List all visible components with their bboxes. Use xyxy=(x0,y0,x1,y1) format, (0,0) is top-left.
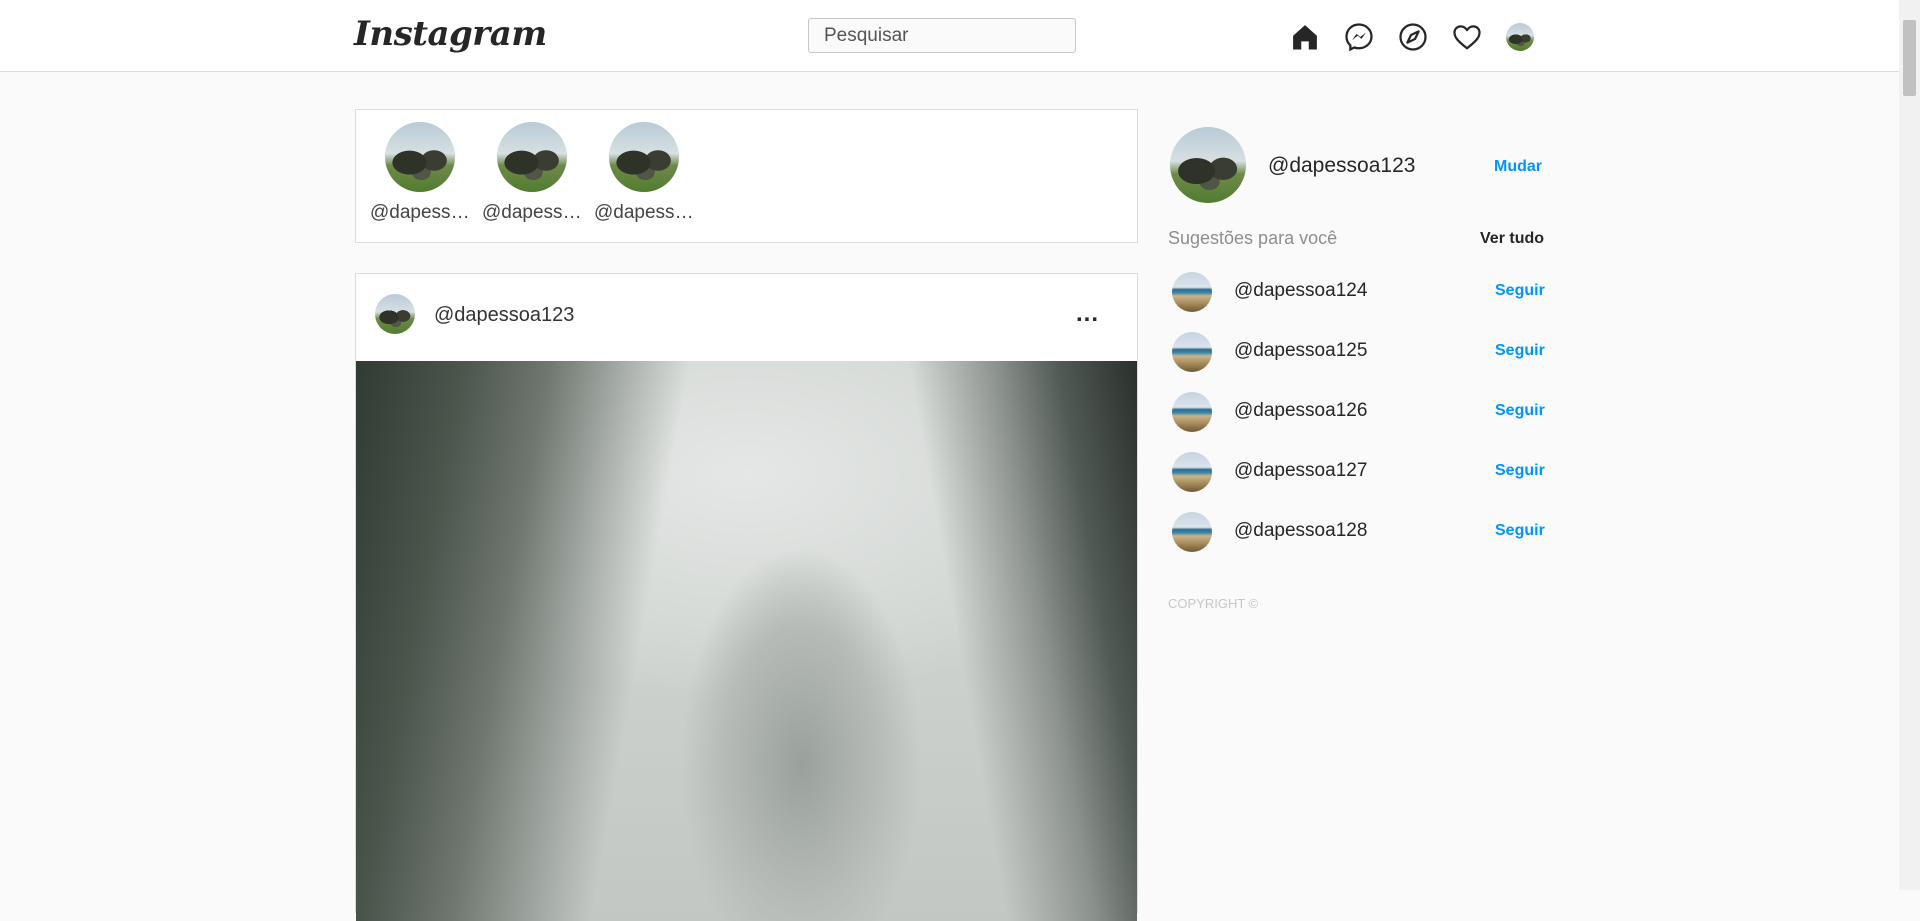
suggestion-item: @dapessoa128 Seguir xyxy=(1170,510,1545,554)
instagram-logo[interactable]: Instagram xyxy=(354,14,547,54)
suggestion-username[interactable]: @dapessoa127 xyxy=(1234,460,1367,482)
search-input[interactable] xyxy=(808,18,1076,53)
story-avatar xyxy=(385,122,455,192)
suggestion-avatar[interactable] xyxy=(1172,392,1212,432)
post-header: @dapessoa123 ... xyxy=(356,274,1137,362)
follow-button[interactable]: Seguir xyxy=(1495,402,1545,420)
story-item[interactable]: @dapessoa124 xyxy=(370,122,470,224)
copyright-text: COPYRIGHT © xyxy=(1168,596,1259,611)
page-scrollbar[interactable] xyxy=(1899,0,1920,890)
post-image[interactable] xyxy=(356,361,1137,921)
suggestion-avatar[interactable] xyxy=(1172,272,1212,312)
current-user-avatar[interactable] xyxy=(1170,127,1246,203)
suggestion-item: @dapessoa127 Seguir xyxy=(1170,450,1545,494)
story-username: @dapessoa126 xyxy=(594,202,694,223)
story-avatar xyxy=(609,122,679,192)
stories-tray: @dapessoa124 @dapessoa125 @dapessoa126 xyxy=(355,109,1138,243)
suggestion-avatar[interactable] xyxy=(1172,332,1212,372)
follow-button[interactable]: Seguir xyxy=(1495,522,1545,540)
suggestion-avatar[interactable] xyxy=(1172,452,1212,492)
follow-button[interactable]: Seguir xyxy=(1495,462,1545,480)
suggestion-item: @dapessoa125 Seguir xyxy=(1170,330,1545,374)
see-all-link[interactable]: Ver tudo xyxy=(1480,230,1544,248)
suggestions-title: Sugestões para você xyxy=(1168,228,1338,248)
messenger-icon[interactable] xyxy=(1344,22,1374,52)
suggestion-username[interactable]: @dapessoa128 xyxy=(1234,520,1367,542)
story-item[interactable]: @dapessoa125 xyxy=(482,122,582,224)
suggestion-username[interactable]: @dapessoa125 xyxy=(1234,340,1367,362)
feed-post: @dapessoa123 ... xyxy=(355,273,1138,921)
story-item[interactable]: @dapessoa126 xyxy=(594,122,694,224)
post-author-avatar[interactable] xyxy=(375,294,415,334)
story-avatar xyxy=(497,122,567,192)
story-username: @dapessoa124 xyxy=(370,202,470,223)
suggestion-username[interactable]: @dapessoa126 xyxy=(1234,400,1367,422)
explore-icon[interactable] xyxy=(1398,22,1428,52)
story-username: @dapessoa125 xyxy=(482,202,582,223)
follow-button[interactable]: Seguir xyxy=(1495,282,1545,300)
profile-avatar[interactable] xyxy=(1506,23,1534,51)
more-options-button[interactable]: ... xyxy=(1076,300,1099,328)
post-author-username[interactable]: @dapessoa123 xyxy=(434,304,574,327)
suggestion-item: @dapessoa124 Seguir xyxy=(1170,270,1545,314)
current-user-username[interactable]: @dapessoa123 xyxy=(1268,154,1415,178)
suggestion-username[interactable]: @dapessoa124 xyxy=(1234,280,1367,302)
scrollbar-thumb[interactable] xyxy=(1903,20,1916,96)
suggestion-item: @dapessoa126 Seguir xyxy=(1170,390,1545,434)
home-icon[interactable] xyxy=(1290,22,1320,52)
heart-icon[interactable] xyxy=(1452,22,1482,52)
suggestion-avatar[interactable] xyxy=(1172,512,1212,552)
switch-account-link[interactable]: Mudar xyxy=(1494,158,1542,176)
follow-button[interactable]: Seguir xyxy=(1495,342,1545,360)
top-navbar: Instagram xyxy=(0,0,1899,72)
